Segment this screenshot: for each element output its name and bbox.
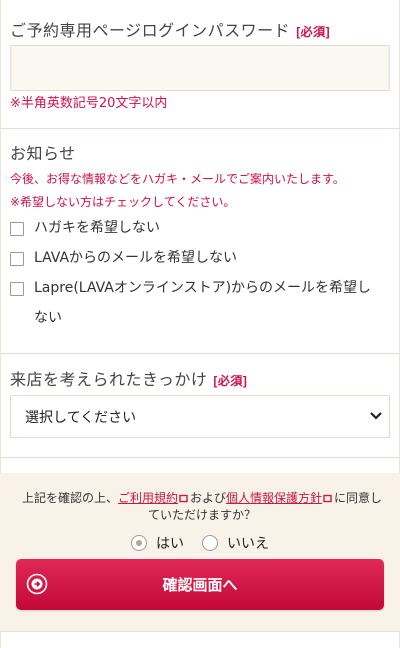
agree-yes-radio[interactable]: はい [131, 533, 184, 553]
lapre-mail-checkbox[interactable] [10, 282, 24, 296]
no-radio-label: いいえ [227, 536, 269, 552]
password-note: ※半角英数記号20文字以内 [10, 92, 167, 111]
agreement-prefix: 上記を確認の上、 [21, 491, 118, 505]
external-window-icon [323, 494, 332, 503]
yes-radio-label: はい [156, 536, 184, 552]
checkbox-row-postcard[interactable]: ハガキを希望しない [10, 220, 380, 243]
checkbox-row-lapre-mail[interactable]: Lapre(LAVAオンラインストア)からのメールを希望しない [10, 280, 380, 333]
privacy-policy-link[interactable]: 個人情報保護方針 [226, 491, 322, 505]
notice-instruction: ※希望しない方はチェックしてください。 [10, 195, 236, 209]
lava-mail-checkbox[interactable] [10, 252, 24, 266]
notice-label: お知らせ [10, 146, 76, 163]
postcard-checkbox-label: ハガキを希望しない [34, 220, 160, 236]
notice-description: 今後、お得な情報などをハガキ・メールでご案内いたします。 [10, 172, 345, 186]
password-label: ご予約専用ページログインパスワード [必須] [10, 17, 330, 41]
section-divider [0, 128, 400, 129]
agreement-text: 上記を確認の上、ご利用規約 および個人情報保護方針 に同意していただけますか？ [18, 490, 386, 524]
section-divider [0, 457, 400, 458]
yes-radio-dot[interactable] [131, 535, 147, 551]
checkbox-row-lava-mail[interactable]: LAVAからのメールを希望しない [10, 250, 380, 273]
confirm-button[interactable]: 確認画面へ [16, 559, 384, 610]
agreement-and: および [189, 491, 226, 505]
confirm-button-label: 確認画面へ [162, 576, 238, 594]
visit-reason-selected: 選択してください [25, 409, 137, 426]
terms-link[interactable]: ご利用規約 [118, 491, 178, 505]
required-badge: [必須] [213, 374, 248, 388]
lapre-mail-checkbox-label: Lapre(LAVAオンラインストア)からのメールを希望しない [34, 280, 372, 326]
arrow-circle-icon [26, 573, 48, 595]
form-page: ご予約専用ページログインパスワード [必須] ※半角英数記号20文字以内 お知らせ… [0, 0, 400, 648]
chevron-down-icon [370, 412, 382, 420]
agree-no-radio[interactable]: いいえ [202, 533, 269, 553]
visit-reason-label-text: 来店を考えられたきっかけ [10, 372, 208, 389]
visit-reason-select[interactable]: 選択してください [10, 395, 390, 438]
postcard-checkbox[interactable] [10, 222, 24, 236]
external-window-icon [179, 494, 188, 503]
password-label-text: ご予約専用ページログインパスワード [10, 23, 291, 40]
password-input[interactable] [10, 45, 390, 91]
agreement-radio-group: はい いいえ [0, 533, 400, 553]
password-note-text: ※半角英数記号20文字以内 [10, 96, 168, 111]
section-divider [0, 631, 400, 632]
lava-mail-checkbox-label: LAVAからのメールを希望しない [34, 250, 238, 266]
no-radio-dot[interactable] [202, 535, 218, 551]
required-badge: [必須] [296, 25, 331, 39]
visit-reason-label: 来店を考えられたきっかけ [必須] [10, 366, 247, 390]
section-divider [0, 353, 400, 354]
